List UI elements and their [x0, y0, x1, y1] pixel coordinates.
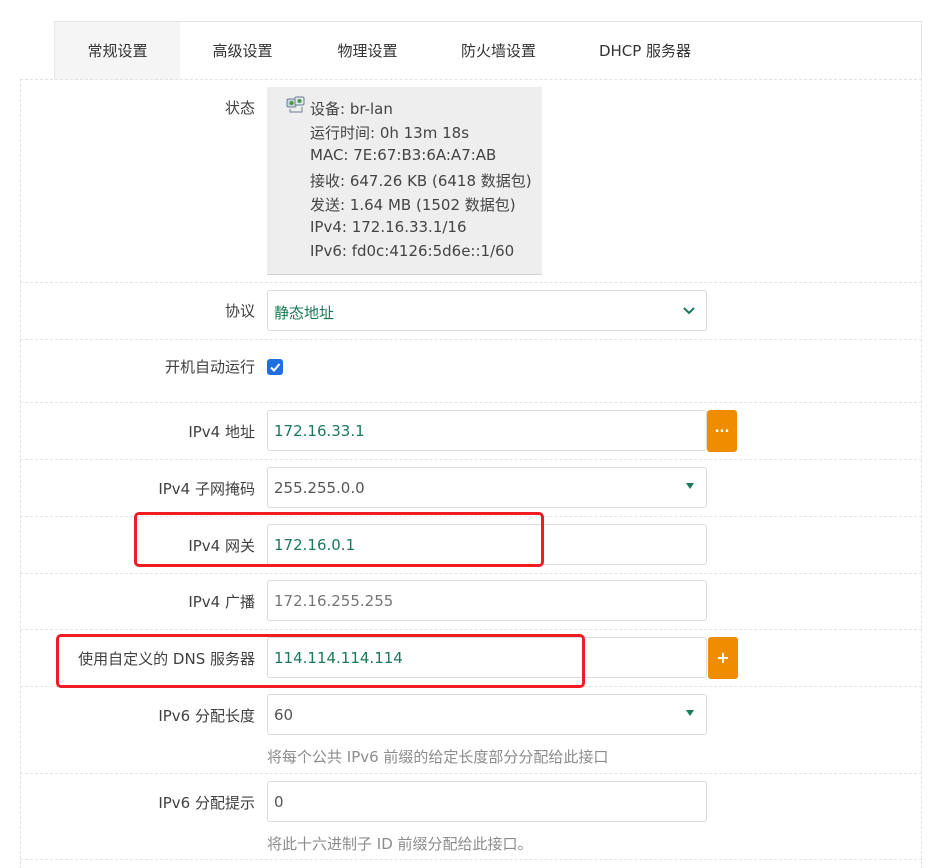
protocol-label: 协议: [224, 302, 255, 320]
status-rx: 接收: 647.26 KB (6418 数据包): [310, 172, 532, 190]
row-divider: [20, 859, 922, 860]
tab-firewall-settings[interactable]: 防火墙设置: [430, 22, 567, 80]
ipv4-address-input[interactable]: 172.16.33.1: [267, 410, 707, 451]
ipv6-assign-value: 60: [274, 706, 294, 724]
tab-general-settings[interactable]: 常规设置: [55, 22, 180, 80]
network-device-icon: [286, 96, 305, 113]
protocol-value: 静态地址: [274, 304, 335, 322]
status-uptime: 运行时间: 0h 13m 18s: [310, 124, 470, 142]
ipv4-address-value: 172.16.33.1: [274, 422, 365, 440]
status-box: 设备: br-lan 运行时间: 0h 13m 18s MAC: 7E:67:B…: [267, 87, 542, 275]
status-tx: 发送: 1.64 MB (1502 数据包): [310, 196, 516, 214]
ipv4-broadcast-input[interactable]: 172.16.255.255: [267, 580, 707, 621]
ipv6-hint-input[interactable]: 0: [267, 781, 707, 822]
dns-input[interactable]: 114.114.114.114: [267, 637, 707, 678]
row-divider: [20, 402, 922, 403]
tab-advanced-settings[interactable]: 高级设置: [180, 22, 305, 80]
status-ipv4: IPv4: 172.16.33.1/16: [310, 218, 467, 236]
ipv6-assign-label: IPv6 分配长度: [158, 707, 255, 725]
caret-down-icon: [686, 710, 694, 716]
ipv4-netmask-value: 255.255.0.0: [274, 479, 365, 497]
chevron-down-icon: [683, 307, 695, 315]
ipv6-hint-value: 0: [274, 793, 284, 811]
ipv4-broadcast-placeholder: 172.16.255.255: [274, 592, 394, 610]
check-icon: [270, 363, 281, 372]
ipv4-gateway-label: IPv4 网关: [188, 537, 255, 555]
row-divider: [20, 573, 922, 574]
protocol-select[interactable]: 静态地址: [267, 290, 707, 331]
status-ipv6: IPv6: fd0c:4126:5d6e::1/60: [310, 242, 515, 260]
row-divider: [20, 773, 922, 774]
ipv4-broadcast-label: IPv4 广播: [188, 593, 255, 611]
tab-bar: 常规设置 高级设置 物理设置 防火墙设置 DHCP 服务器: [54, 21, 922, 80]
dns-value: 114.114.114.114: [274, 649, 403, 667]
row-divider: [20, 516, 922, 517]
row-divider: [20, 339, 922, 340]
ipv4-netmask-label: IPv4 子网掩码: [158, 480, 255, 498]
ipv6-assign-select[interactable]: 60: [267, 694, 707, 735]
row-divider: [20, 459, 922, 460]
ipv4-address-label: IPv4 地址: [188, 423, 255, 441]
autostart-checkbox[interactable]: [267, 359, 283, 375]
dns-add-button[interactable]: +: [708, 637, 738, 679]
ipv6-hint-hint: 将此十六进制子 ID 前缀分配给此接口。: [267, 835, 533, 853]
ipv4-netmask-select[interactable]: 255.255.0.0: [267, 467, 707, 508]
tab-physical-settings[interactable]: 物理设置: [305, 22, 430, 80]
row-divider: [20, 629, 922, 630]
status-mac: MAC: 7E:67:B3:6A:A7:AB: [310, 146, 497, 164]
ipv6-assign-hint: 将每个公共 IPv6 前缀的给定长度部分分配给此接口: [267, 748, 609, 766]
row-divider: [20, 282, 922, 283]
ipv4-address-more-button[interactable]: ...: [707, 410, 737, 452]
row-divider: [20, 686, 922, 687]
status-device: 设备: br-lan: [310, 100, 393, 118]
ipv6-hint-label: IPv6 分配提示: [158, 794, 255, 812]
tab-dhcp-server[interactable]: DHCP 服务器: [567, 22, 723, 80]
dns-label: 使用自定义的 DNS 服务器: [78, 650, 255, 668]
ipv4-gateway-value: 172.16.0.1: [274, 536, 356, 554]
autostart-label: 开机自动运行: [164, 358, 255, 376]
status-label: 状态: [224, 99, 255, 117]
ipv4-gateway-input[interactable]: 172.16.0.1: [267, 524, 707, 565]
caret-down-icon: [686, 483, 694, 489]
